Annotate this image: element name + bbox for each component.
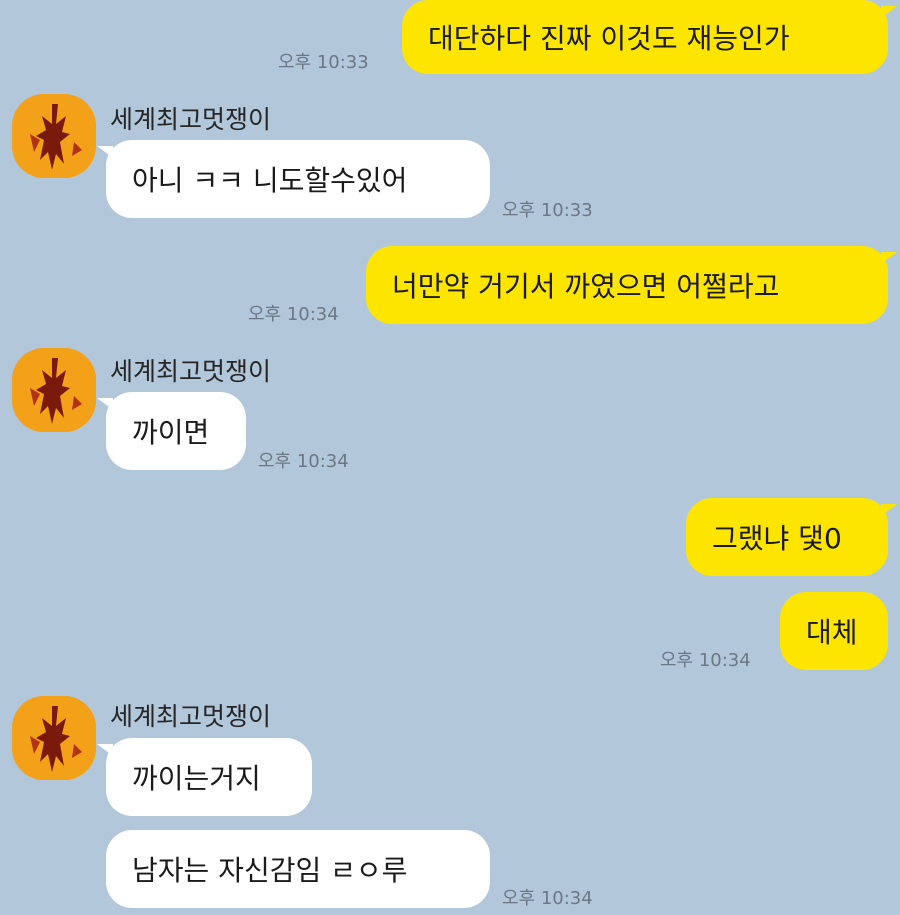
- outgoing-message-bubble[interactable]: 너만약 거기서 까였으면 어쩔라고: [366, 246, 897, 324]
- outgoing-message-bubble[interactable]: 그랬냐 댗0: [686, 498, 897, 576]
- profile-avatar-icon[interactable]: [12, 94, 96, 178]
- message-time: 오후 10:34: [258, 451, 349, 472]
- message-text: 남자는 자신감임 ㄹㅇ루: [132, 854, 408, 887]
- message-text: 대단하다 진짜 이것도 재능인가: [428, 22, 790, 55]
- message-text: 아니 ㅋㅋ 니도할수있어: [132, 164, 408, 197]
- incoming-message-bubble[interactable]: 아니 ㅋㅋ 니도할수있어: [97, 140, 490, 218]
- message-text: 대체: [806, 616, 858, 649]
- incoming-message-bubble[interactable]: 까이면: [97, 392, 246, 470]
- profile-avatar-icon[interactable]: [12, 348, 96, 432]
- sender-name: 세계최고멋쟁이: [110, 105, 272, 134]
- sender-name: 세계최고멋쟁이: [110, 357, 272, 386]
- message-time: 오후 10:33: [278, 52, 369, 73]
- message-text: 그랬냐 댗0: [712, 522, 842, 555]
- message-time: 오후 10:34: [502, 888, 593, 909]
- message-time: 오후 10:33: [502, 200, 593, 221]
- chat-window: 대단하다 진짜 이것도 재능인가 오후 10:33 세계최고멋쟁이 아니 ㅋㅋ …: [0, 0, 900, 915]
- message-text: 까이면: [132, 416, 210, 449]
- sender-name: 세계최고멋쟁이: [110, 702, 272, 731]
- message-text: 까이는거지: [132, 762, 261, 795]
- incoming-message-bubble[interactable]: 까이는거지: [97, 738, 312, 816]
- incoming-message-bubble[interactable]: 남자는 자신감임 ㄹㅇ루: [106, 830, 490, 908]
- message-text: 너만약 거기서 까였으면 어쩔라고: [392, 270, 780, 303]
- profile-avatar-icon[interactable]: [12, 696, 96, 780]
- message-time: 오후 10:34: [248, 304, 339, 325]
- outgoing-message-bubble[interactable]: 대체: [780, 592, 888, 670]
- message-time: 오후 10:34: [660, 650, 751, 671]
- outgoing-message-bubble[interactable]: 대단하다 진짜 이것도 재능인가: [402, 0, 897, 74]
